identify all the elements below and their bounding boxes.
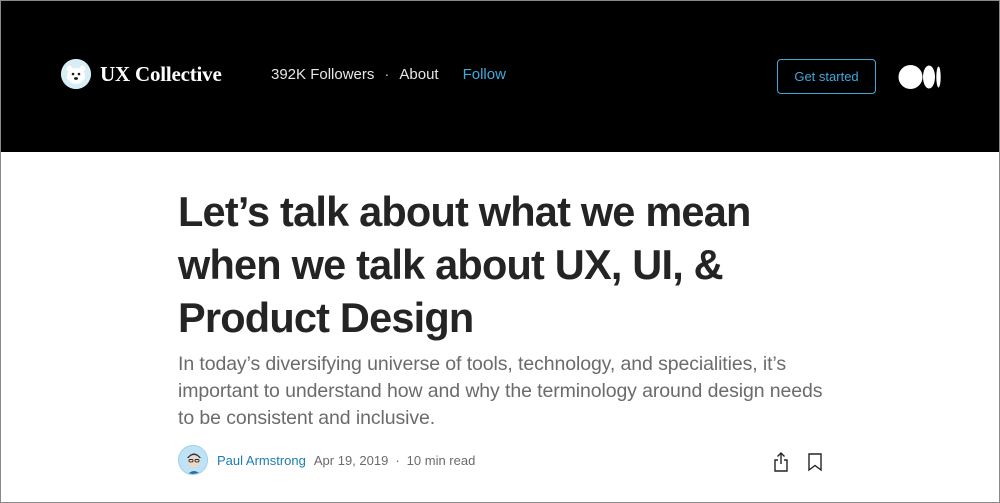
author-name[interactable]: Paul Armstrong [217, 453, 306, 468]
meta-separator: · [384, 66, 390, 83]
about-link[interactable]: About [399, 66, 438, 83]
get-started-button[interactable]: Get started [777, 59, 876, 94]
follow-button[interactable]: Follow [463, 66, 506, 83]
medium-logo-icon[interactable] [898, 64, 942, 90]
article-subtitle: In today’s diversifying universe of tool… [178, 353, 823, 429]
page-frame: UX Collective 392K Followers · About Fol… [0, 0, 1000, 503]
share-icon[interactable] [771, 451, 791, 473]
publication-name[interactable]: UX Collective [100, 62, 222, 87]
publication-header: UX Collective 392K Followers · About Fol… [1, 1, 999, 152]
publication-meta: 392K Followers · About Follow [271, 66, 506, 83]
author-avatar[interactable] [178, 445, 208, 475]
article-header: Let’s talk about what we mean when we ta… [178, 185, 828, 432]
article-actions [771, 451, 825, 473]
bookmark-icon[interactable] [805, 451, 825, 473]
polar-bear-logo-icon[interactable] [61, 59, 91, 89]
read-time: 10 min read [406, 452, 476, 468]
brand[interactable]: UX Collective [61, 59, 222, 89]
article-title: Let’s talk about what we mean when we ta… [178, 188, 751, 341]
publish-date: Apr 19, 2019 [313, 452, 389, 468]
byline-separator: · [395, 452, 400, 468]
byline: Paul Armstrong Apr 19, 2019 · 10 min rea… [178, 445, 475, 475]
followers-count: 392K Followers [271, 66, 375, 83]
